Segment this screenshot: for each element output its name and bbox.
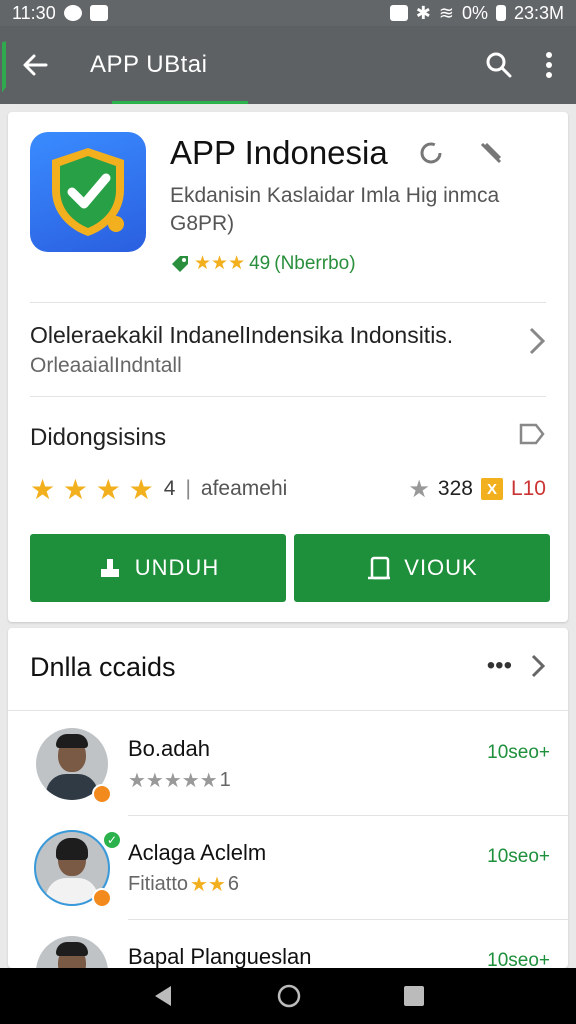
more-options-icon[interactable] bbox=[544, 51, 554, 79]
badge-value: L10 bbox=[510, 477, 546, 500]
chevron-right-icon[interactable] bbox=[528, 326, 546, 356]
separator: | bbox=[185, 477, 191, 500]
battery-percent: 0% bbox=[461, 2, 488, 23]
rating-total: 328 bbox=[437, 477, 473, 500]
title-underline bbox=[112, 101, 248, 104]
more-horizontal-icon[interactable]: ••• bbox=[487, 652, 512, 680]
reviewer-name: Aclaga Aclelm bbox=[128, 840, 267, 865]
download-label: UNDUH bbox=[134, 555, 220, 580]
chevron-right-icon[interactable] bbox=[530, 653, 546, 679]
x-badge-icon: X bbox=[480, 478, 503, 500]
description-subtext: OrleaaialIndntall bbox=[30, 354, 182, 377]
avatar bbox=[36, 936, 108, 968]
app-icon bbox=[30, 132, 146, 252]
nfc-icon bbox=[389, 5, 408, 21]
rating-count: (Nberrbo) bbox=[274, 252, 356, 274]
review-row[interactable]: ✓ Aclaga Aclelm Fitiatto ★★ 6 10seo+ bbox=[8, 816, 568, 920]
download-button[interactable]: UNDUH bbox=[30, 534, 286, 602]
rating-number: 4 bbox=[163, 477, 176, 500]
phone-icon bbox=[368, 556, 391, 580]
status-time: 11:30 bbox=[12, 2, 56, 23]
bluetooth-icon: ✱ bbox=[415, 2, 431, 23]
search-icon[interactable] bbox=[484, 50, 514, 80]
divider bbox=[30, 302, 546, 303]
download-icon bbox=[100, 559, 119, 577]
reviewer-name: Bo.adah bbox=[128, 736, 210, 761]
app-subtitle: Ekdanisin Kaslaidar Imla Hig inmca G8PR) bbox=[170, 184, 500, 235]
home-nav-icon[interactable] bbox=[276, 983, 302, 1009]
status-dot-icon bbox=[92, 784, 112, 804]
review-value: 10seo+ bbox=[487, 742, 550, 763]
wifi-icon: ≋ bbox=[438, 2, 454, 23]
page-title: APP UBtai bbox=[90, 51, 208, 78]
star-icon: ★★★ bbox=[194, 253, 246, 274]
view-button[interactable]: VIOUK bbox=[294, 534, 550, 602]
review-row[interactable]: Bo.adah ★★★★★ 1 10seo+ bbox=[8, 712, 568, 816]
status-dot-icon bbox=[92, 888, 112, 908]
star-outline-icon: ★ bbox=[408, 475, 430, 503]
verified-icon: ✓ bbox=[102, 830, 122, 850]
reviewer-name: Bapal Plangueslan bbox=[128, 944, 312, 968]
tag-icon bbox=[172, 255, 188, 272]
back-arrow-icon bbox=[23, 54, 48, 76]
section-title: Didongsisins bbox=[30, 424, 167, 451]
review-value: 10seo+ bbox=[487, 846, 550, 867]
recents-nav-icon[interactable] bbox=[403, 985, 425, 1007]
review-row[interactable]: Bapal Plangueslan 10seo+ bbox=[8, 920, 568, 968]
reviews-title: Dnlla ccaids bbox=[30, 652, 176, 682]
back-nav-icon[interactable] bbox=[151, 984, 175, 1008]
reviewer-rating: ★★★★★ 1 bbox=[128, 769, 231, 792]
app-rating: ★★★ 49 (Nberrbo) bbox=[170, 252, 356, 275]
divider bbox=[30, 396, 546, 397]
app-title: APP Indonesia bbox=[170, 134, 388, 171]
star-icon: ★★ bbox=[190, 874, 226, 896]
back-button[interactable] bbox=[0, 26, 70, 104]
review-value: 10seo+ bbox=[487, 950, 550, 968]
rating-row: ★ ★ ★ ★ 4 | afeamehi ★ 328 X L10 bbox=[30, 472, 546, 506]
star-rating-icon: ★ ★ ★ ★ bbox=[30, 473, 154, 505]
mail-icon bbox=[89, 5, 108, 21]
status-bar: 11:30 ✱ ≋ 0% 23:3M bbox=[0, 0, 576, 26]
status-clock: 23:3M bbox=[513, 2, 564, 23]
rating-label: afeamehi bbox=[200, 477, 288, 500]
chat-icon bbox=[63, 5, 82, 21]
divider bbox=[8, 710, 568, 711]
edit-icon[interactable] bbox=[478, 140, 504, 166]
reviewer-rating: Fitiatto ★★ 6 bbox=[128, 873, 240, 896]
refresh-icon[interactable] bbox=[418, 140, 444, 166]
label-icon[interactable] bbox=[518, 420, 546, 448]
reviews-card: Dnlla ccaids ••• Bo.adah ★★★★★ 1 10seo+ … bbox=[8, 628, 568, 968]
accent-bracket bbox=[2, 37, 16, 93]
app-details-card: APP Indonesia Ekdanisin Kaslaidar Imla H… bbox=[8, 112, 568, 622]
app-bar: APP UBtai bbox=[0, 26, 576, 104]
battery-icon bbox=[495, 5, 506, 21]
view-label: VIOUK bbox=[404, 555, 478, 580]
rating-value: 49 bbox=[249, 252, 271, 274]
shield-icon bbox=[52, 148, 124, 236]
star-icon: ★★★★★ bbox=[128, 770, 218, 792]
navigation-bar bbox=[0, 968, 576, 1024]
description-text[interactable]: Oleleraekakil IndanelIndensika Indonsiti… bbox=[30, 322, 453, 349]
